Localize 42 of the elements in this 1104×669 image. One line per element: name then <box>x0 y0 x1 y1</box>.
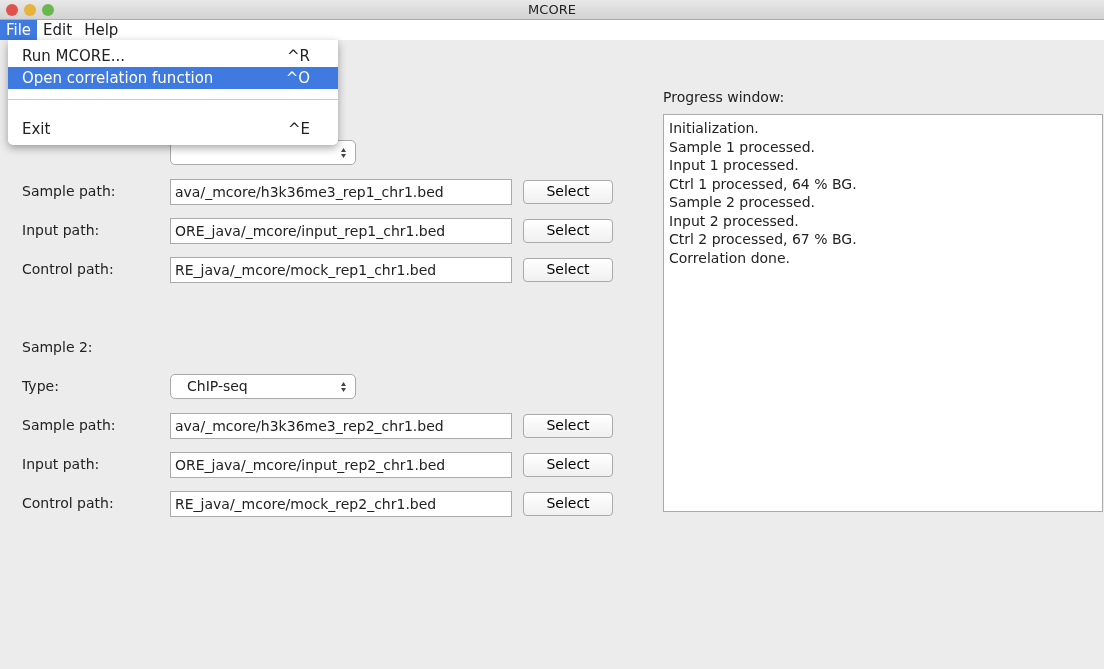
log-line: Correlation done. <box>669 248 792 267</box>
field-label: Control path: <box>22 494 115 513</box>
path-field[interactable]: ORE_java/_mcore/input_rep1_chr1.bed <box>170 217 512 244</box>
menu-item[interactable]: Exit ^E <box>8 118 338 140</box>
menu-item[interactable]: File <box>0 20 38 40</box>
menu-item[interactable]: Edit <box>37 20 79 40</box>
section-label: Sample 2: <box>22 338 93 357</box>
path-field[interactable]: RE_java/_mcore/mock_rep2_chr1.bed <box>170 490 512 517</box>
menu-item[interactable]: Run MCORE... ^R <box>8 45 338 67</box>
type-select[interactable]: ChIP-seq <box>170 374 356 399</box>
select-button[interactable]: Select <box>523 179 613 204</box>
minimize-button[interactable] <box>24 4 36 16</box>
path-field[interactable]: ava/_mcore/h3k36me3_rep2_chr1.bed <box>170 412 512 439</box>
zoom-button[interactable] <box>42 4 54 16</box>
window-title: MCORE <box>528 1 576 19</box>
log-line: Sample 1 processed. <box>669 137 817 156</box>
log-line: Sample 2 processed. <box>669 193 817 212</box>
log-line: Ctrl 1 processed, 64 % BG. <box>669 174 858 193</box>
menu-item[interactable]: Help <box>78 20 125 40</box>
select-button[interactable]: Select <box>523 218 613 243</box>
field-label: Control path: <box>22 260 115 279</box>
menu-item[interactable]: Open correlation function ^O <box>8 67 338 89</box>
path-field[interactable]: ava/_mcore/h3k36me3_rep1_chr1.bed <box>170 178 512 205</box>
field-label: Input path: <box>22 455 101 474</box>
field-label: Sample path: <box>22 182 117 201</box>
path-field[interactable]: RE_java/_mcore/mock_rep1_chr1.bed <box>170 256 512 283</box>
select-button[interactable]: Select <box>523 257 613 282</box>
log-line: Input 1 processed. <box>669 156 800 175</box>
select-button[interactable]: Select <box>523 413 613 438</box>
log-line: Input 2 processed. <box>669 211 800 230</box>
select-button[interactable]: Select <box>523 452 613 477</box>
field-label: Sample path: <box>22 416 117 435</box>
close-button[interactable] <box>6 4 18 16</box>
field-label: Type: <box>22 377 60 396</box>
log-line: Initialization. <box>669 119 760 138</box>
log-line: Ctrl 2 processed, 67 % BG. <box>669 230 858 249</box>
path-field[interactable]: ORE_java/_mcore/input_rep2_chr1.bed <box>170 451 512 478</box>
stepper-icon <box>340 380 347 393</box>
field-label: Input path: <box>22 221 101 240</box>
stepper-icon <box>340 146 347 159</box>
select-button[interactable]: Select <box>523 491 613 516</box>
panel-label: Progress window: <box>663 88 786 107</box>
